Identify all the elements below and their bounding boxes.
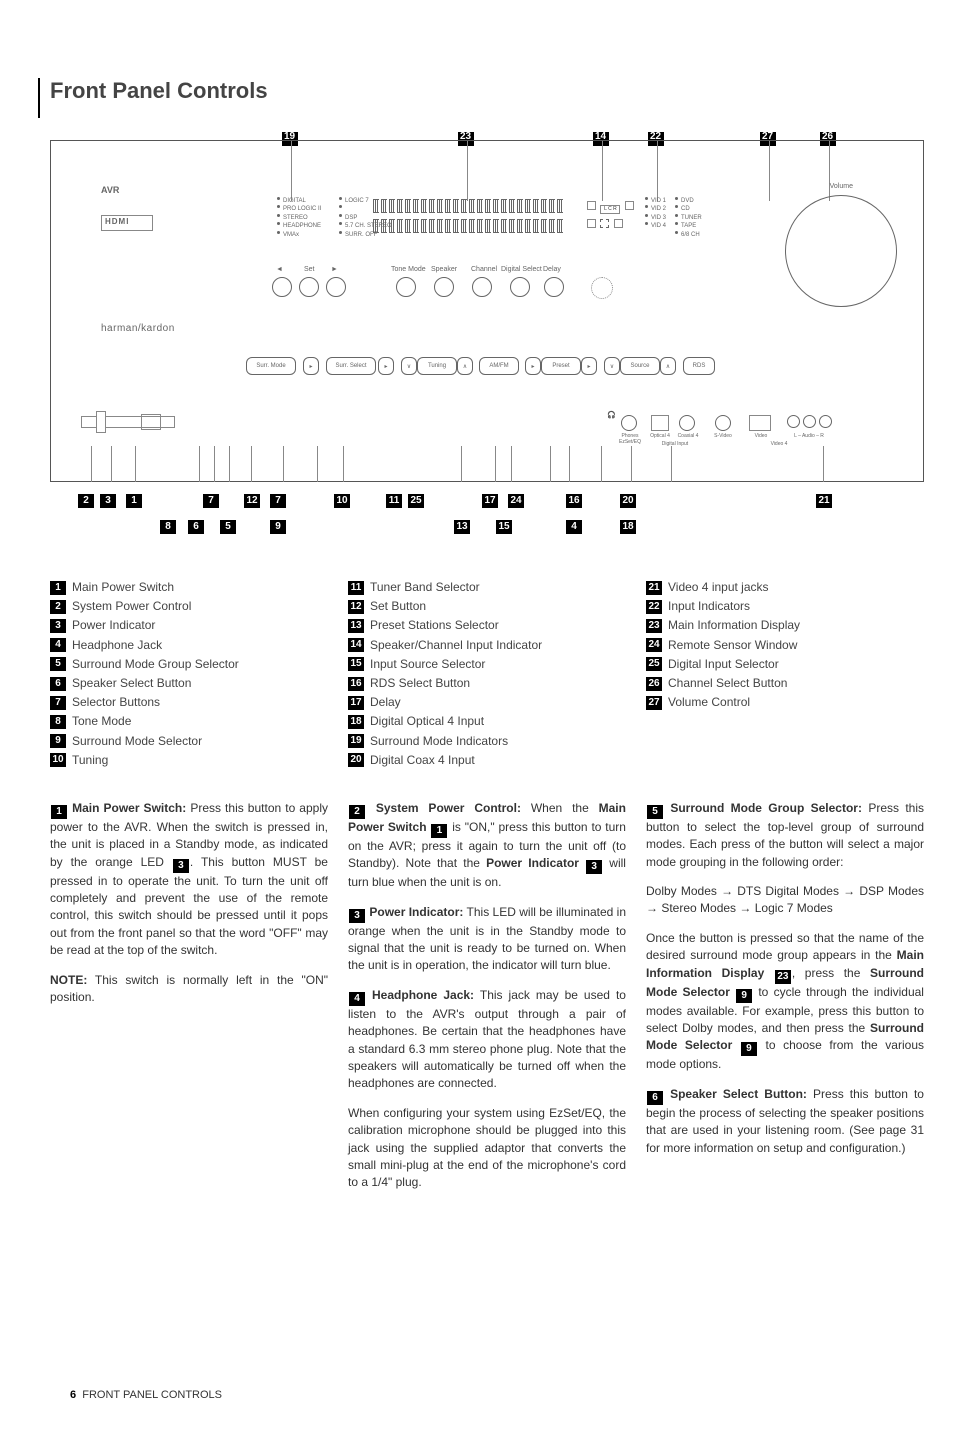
front-panel-diagram: AVR HDMI harman/kardon DIGITAL PRO LOGIC…	[50, 140, 924, 482]
page-footer: 6 FRONT PANEL CONTROLS	[70, 1389, 222, 1401]
section-title: Front Panel Controls	[50, 78, 924, 104]
legend: 1Main Power Switch 2System Power Control…	[50, 578, 924, 770]
body-text: 1 Main Power Switch: Press this button t…	[50, 800, 924, 1204]
